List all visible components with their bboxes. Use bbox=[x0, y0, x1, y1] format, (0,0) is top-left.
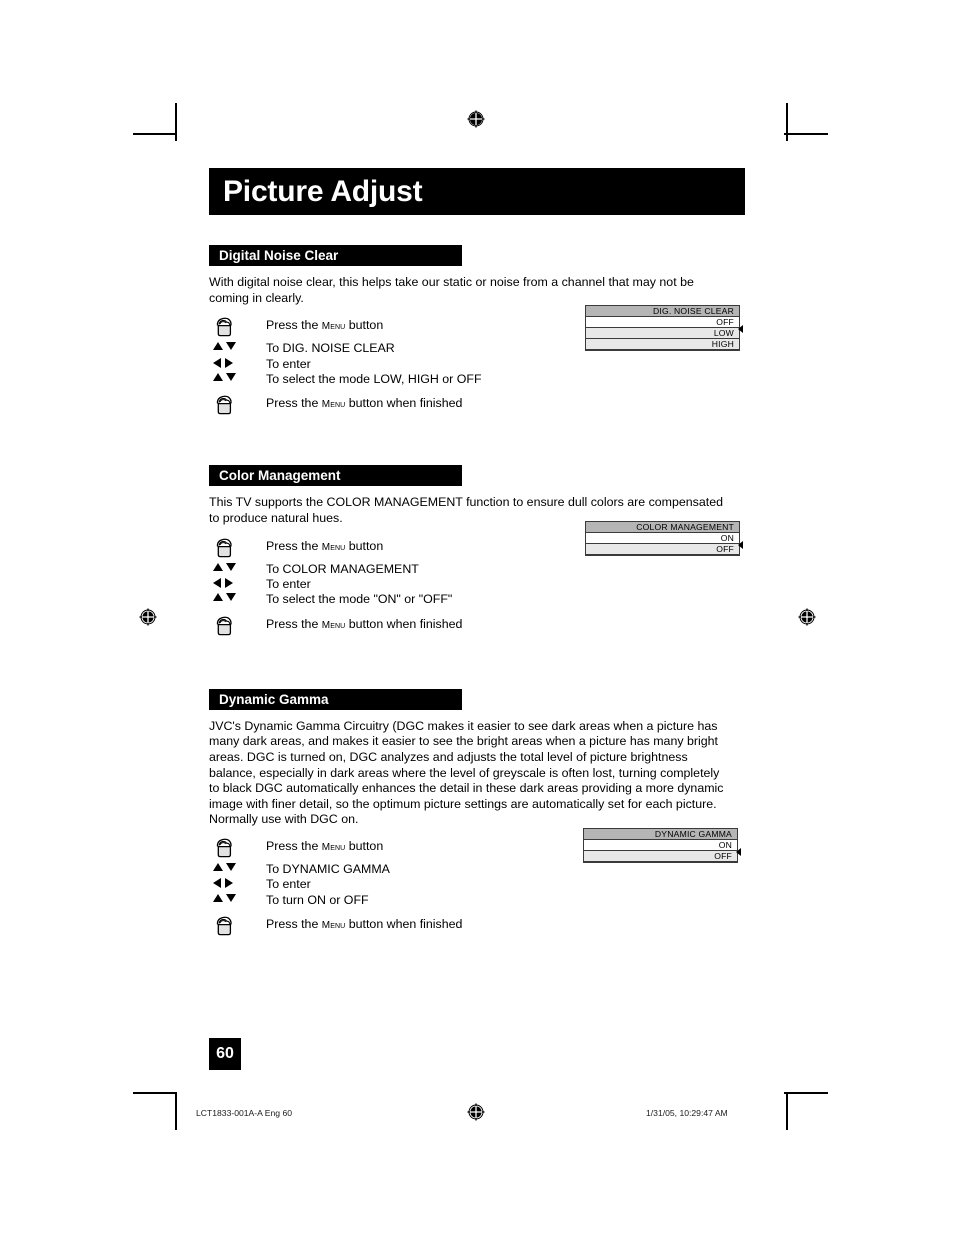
instruction-step-text: Press the Menu button when finished bbox=[266, 616, 463, 631]
page-title: Picture Adjust bbox=[223, 175, 423, 208]
instruction-step-text: Press the Menu button bbox=[266, 538, 384, 553]
up-down-arrows-icon bbox=[209, 562, 266, 573]
section-digital-noise-clear: Digital Noise Clear With digital noise c… bbox=[209, 245, 745, 418]
instruction-step: Press the Menu button when finished bbox=[209, 914, 745, 939]
menu-smallcaps: Menu bbox=[321, 399, 346, 411]
instruction-step: To COLOR MANAGEMENT bbox=[209, 562, 745, 577]
osd-option-row[interactable]: OFF bbox=[586, 317, 739, 328]
crop-mark-bottom-right-horizontal bbox=[784, 1092, 828, 1094]
section-heading-bar: Dynamic Gamma bbox=[209, 688, 462, 710]
instruction-step-text: Press the Menu button when finished bbox=[266, 917, 463, 932]
instruction-step: To DYNAMIC GAMMA bbox=[209, 862, 745, 877]
section-heading-bar: Digital Noise Clear bbox=[209, 245, 462, 266]
instruction-step-text: To enter bbox=[266, 356, 311, 371]
hand-press-icon bbox=[209, 914, 266, 938]
instruction-step-text: Press the Menu button bbox=[266, 838, 384, 853]
hand-press-icon bbox=[209, 536, 266, 560]
section-heading-label: Dynamic Gamma bbox=[219, 691, 329, 707]
osd-header: DIG. NOISE CLEAR bbox=[586, 306, 739, 317]
osd-cursor-pointer bbox=[738, 541, 743, 550]
section-heading-label: Color Management bbox=[219, 468, 341, 484]
registration-mark-top bbox=[467, 110, 485, 128]
footer-rule-left bbox=[175, 1108, 176, 1130]
osd-option-row[interactable]: HIGH bbox=[586, 339, 739, 350]
osd-header: DYNAMIC GAMMA bbox=[584, 828, 737, 840]
instruction-step-text: Press the Menu button bbox=[266, 318, 384, 333]
instruction-step: To select the mode LOW, HIGH or OFF bbox=[209, 372, 745, 387]
instruction-step: Press the Menu button when finished bbox=[209, 393, 745, 418]
instruction-step-text: To select the mode LOW, HIGH or OFF bbox=[266, 372, 482, 386]
instruction-step-text: To turn ON or OFF bbox=[266, 892, 369, 907]
osd-menu-dig-noise-clear: DIG. NOISE CLEAR OFF LOW HIGH bbox=[585, 305, 743, 351]
hand-press-icon bbox=[209, 393, 266, 417]
instruction-step-text: To enter bbox=[266, 577, 311, 591]
up-down-arrows-icon bbox=[209, 862, 266, 873]
instruction-step: To turn ON or OFF bbox=[209, 893, 745, 908]
up-down-arrows-icon bbox=[209, 592, 266, 603]
menu-smallcaps: Menu bbox=[321, 541, 346, 553]
instruction-step-text: Press the Menu button when finished bbox=[266, 396, 463, 411]
instruction-step: Press the Menu button when finished bbox=[209, 614, 745, 639]
section-dynamic-gamma: Dynamic Gamma JVC's Dynamic Gamma Circui… bbox=[209, 688, 745, 939]
instruction-step-text: To select the mode "ON" or "OFF" bbox=[266, 592, 453, 607]
hand-press-icon bbox=[209, 836, 266, 860]
section-heading-bar: Color Management bbox=[209, 465, 462, 487]
menu-smallcaps: Menu bbox=[321, 619, 346, 631]
osd-cursor-pointer bbox=[736, 847, 741, 856]
instruction-step-text: To enter bbox=[266, 877, 311, 892]
crop-mark-top-left-horizontal bbox=[133, 133, 177, 135]
section-color-management: Color Management This TV supports the CO… bbox=[209, 465, 745, 638]
hand-press-icon bbox=[209, 315, 266, 339]
menu-smallcaps: Menu bbox=[321, 321, 346, 333]
registration-mark-left bbox=[139, 608, 157, 626]
left-right-arrows-icon bbox=[209, 877, 266, 889]
crop-mark-top-right-horizontal bbox=[784, 133, 828, 135]
footer-document-id: LCT1833-001A-A Eng 60 bbox=[196, 1108, 293, 1118]
crop-mark-top-left-vertical bbox=[175, 103, 177, 141]
section-heading-label: Digital Noise Clear bbox=[219, 248, 339, 263]
manual-page: Picture Adjust Digital Noise Clear With … bbox=[0, 0, 954, 1235]
registration-mark-bottom bbox=[467, 1103, 485, 1121]
instruction-step-text: To DIG. NOISE CLEAR bbox=[266, 341, 395, 356]
up-down-arrows-icon bbox=[209, 372, 266, 383]
osd-cursor-pointer bbox=[738, 325, 743, 333]
crop-mark-bottom-left-horizontal bbox=[133, 1092, 177, 1094]
footer-timestamp: 1/31/05, 10:29:47 AM bbox=[646, 1108, 728, 1118]
instruction-step-text: To COLOR MANAGEMENT bbox=[266, 561, 419, 576]
footer-rule-right bbox=[786, 1108, 787, 1130]
osd-option-row[interactable]: OFF bbox=[586, 544, 739, 556]
osd-option-row[interactable]: ON bbox=[584, 839, 737, 851]
osd-option-row[interactable]: LOW bbox=[586, 328, 739, 339]
osd-option-row[interactable]: OFF bbox=[584, 850, 737, 862]
page-number-badge: 60 bbox=[209, 1038, 241, 1070]
page-number-label: 60 bbox=[216, 1045, 234, 1062]
section-body-text: JVC's Dynamic Gamma Circuitry (DGC makes… bbox=[209, 718, 724, 827]
osd-option-row[interactable]: ON bbox=[586, 533, 739, 545]
instruction-step-text: To DYNAMIC GAMMA bbox=[266, 861, 390, 876]
registration-mark-right bbox=[798, 608, 816, 626]
left-right-arrows-icon bbox=[209, 577, 266, 589]
osd-menu-dynamic-gamma: DYNAMIC GAMMA ON OFF bbox=[583, 827, 741, 863]
page-title-bar: Picture Adjust bbox=[209, 168, 745, 215]
left-right-arrows-icon bbox=[209, 357, 266, 369]
osd-header: COLOR MANAGEMENT bbox=[586, 522, 739, 534]
menu-smallcaps: Menu bbox=[321, 920, 346, 932]
instruction-step: To enter bbox=[209, 577, 745, 592]
instruction-step: To enter bbox=[209, 357, 745, 372]
menu-smallcaps: Menu bbox=[321, 841, 346, 853]
instruction-step: To select the mode "ON" or "OFF" bbox=[209, 592, 745, 607]
crop-mark-top-right-vertical bbox=[786, 103, 788, 141]
up-down-arrows-icon bbox=[209, 341, 266, 352]
hand-press-icon bbox=[209, 614, 266, 638]
section-body-text: With digital noise clear, this helps tak… bbox=[209, 275, 694, 305]
instruction-step: To enter bbox=[209, 877, 745, 892]
up-down-arrows-icon bbox=[209, 893, 266, 904]
osd-menu-color-management: COLOR MANAGEMENT ON OFF bbox=[585, 521, 743, 557]
